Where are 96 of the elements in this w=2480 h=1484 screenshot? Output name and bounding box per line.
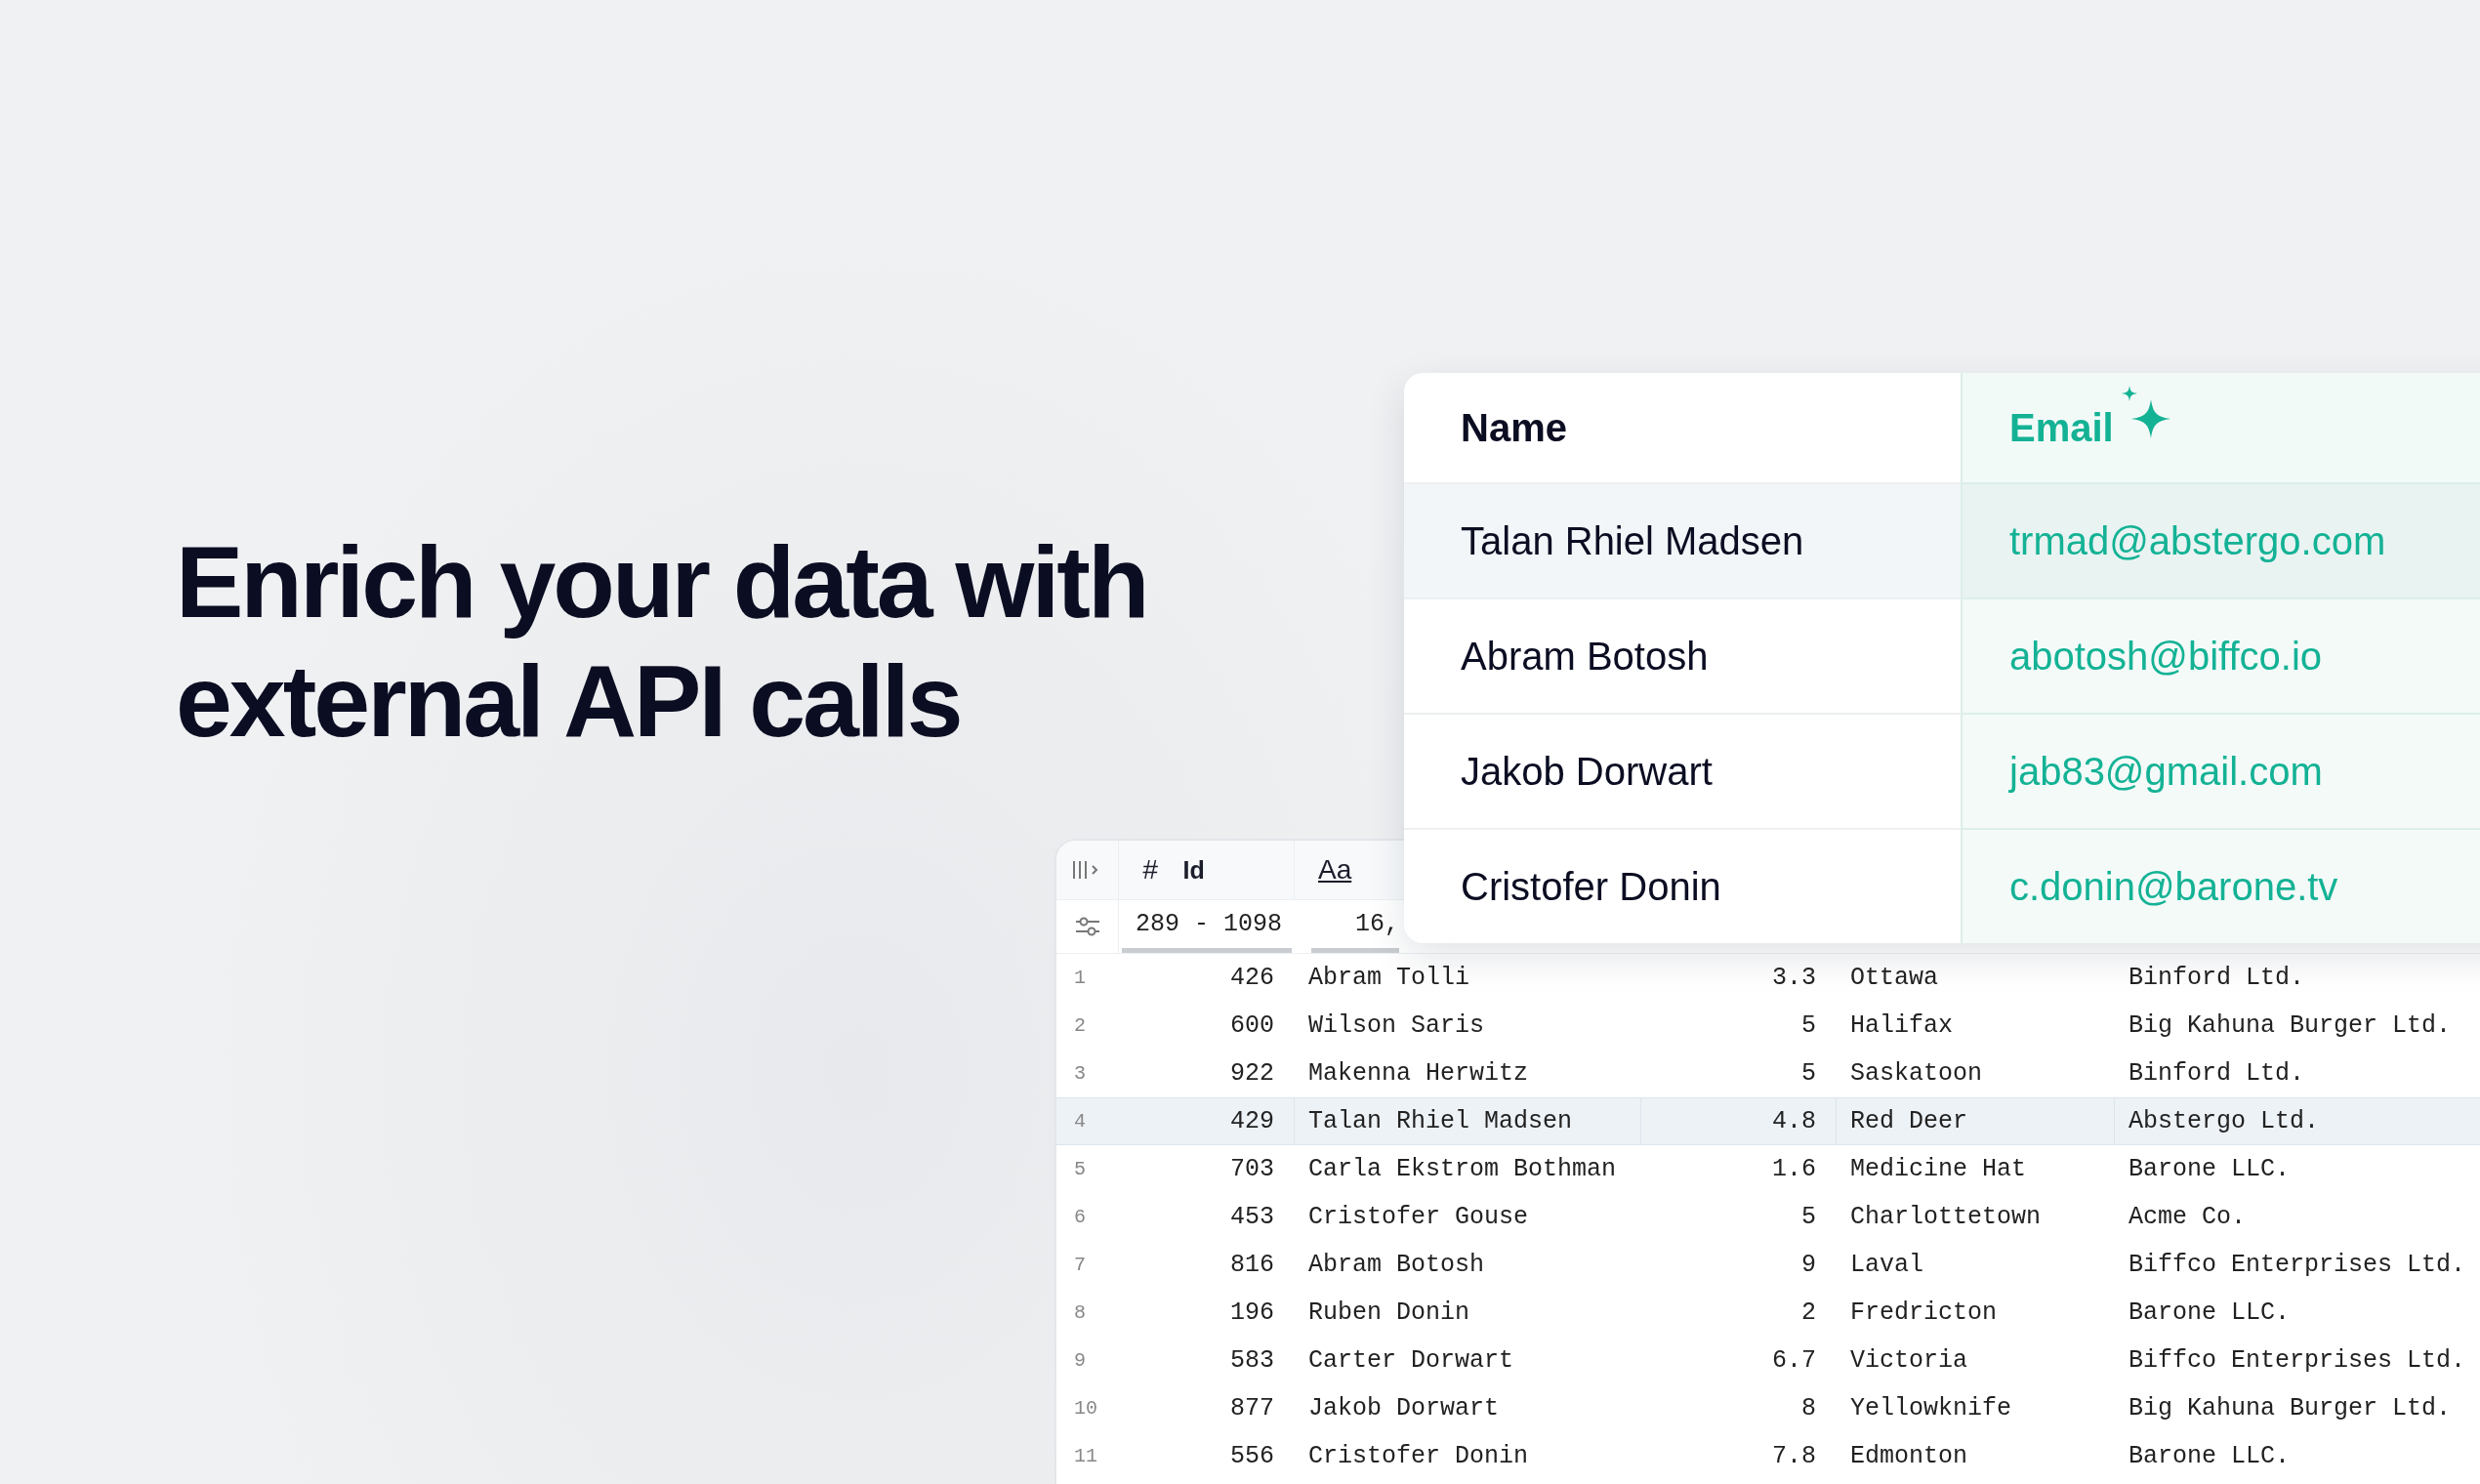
table-cell-text: 5 [1800, 1010, 1817, 1042]
table-cell-text: Cristofer Donin [1307, 1441, 1530, 1472]
table-cell-text: Binford Ltd. [2128, 1058, 2306, 1090]
filter-sliders-icon[interactable] [1073, 915, 1101, 938]
table-cell: Red Deer [1837, 1098, 2115, 1144]
table-cell-text: 5 [1800, 1202, 1817, 1233]
row-number: 8 [1073, 1300, 1087, 1326]
table-cell-text: 703 [1229, 1154, 1275, 1185]
table-row[interactable]: 1 426 Abram Tolli 3.3 Ottawa Binford Ltd. [1056, 954, 2480, 1002]
table-cell-text: Fredricton [1849, 1298, 1999, 1329]
table-cell-text: Medicine Hat [1849, 1154, 2028, 1185]
table-cell-text: 2 [1800, 1298, 1817, 1329]
name-cell: Cristofer Donin [1404, 828, 1961, 943]
column-header[interactable]: # Id [1119, 841, 1295, 899]
table-cell-text: Saskatoon [1849, 1058, 1984, 1090]
row-number: 3 [1073, 1061, 1087, 1087]
row-number: 9 [1073, 1348, 1087, 1374]
row-number: 5 [1073, 1157, 1087, 1182]
column-header[interactable]: Aa [1295, 841, 1400, 899]
table-cell-text: 1.6 [1771, 1154, 1817, 1185]
table-row[interactable]: 4 429 Talan Rhiel Madsen 4.8 Red Deer Abstergo Ltd. [1056, 1097, 2480, 1145]
headline: Enrich your data with external API calls [176, 524, 1148, 760]
name-cell: Abram Botosh [1404, 598, 1961, 713]
table-row[interactable]: 10 877 Jakob Dorwart 8 Yellowknife Big Kahuna Burger Ltd. [1056, 1384, 2480, 1432]
row-number: 11 [1073, 1444, 1098, 1469]
table-cell-text: Ruben Donin [1307, 1298, 1471, 1329]
table-cell-text: Abstergo Ltd. [2128, 1106, 2321, 1137]
type-icon: Aa [1318, 854, 1352, 886]
table-cell-text: Biffco Enterprises Ltd. [2128, 1250, 2467, 1281]
table-cell-text: Jakob Dorwart [1307, 1393, 1501, 1424]
table-row[interactable]: 2 600 Wilson Saris 5 Halifax Big Kahuna Burger Ltd. [1056, 1002, 2480, 1050]
name-cell: Jakob Dorwart [1404, 713, 1961, 828]
table-cell-text: Ottawa [1849, 963, 1939, 994]
table-cell: 4.8 [1641, 1098, 1837, 1144]
row-number: 7 [1073, 1253, 1087, 1278]
email-cell: c.donin@barone.tv [1961, 828, 2480, 943]
table-cell-text: Carter Dorwart [1307, 1345, 1515, 1377]
table-row[interactable]: 6 453 Cristofer Gouse 5 Charlottetown Acme Co. [1056, 1193, 2480, 1241]
table-cell-text: Abram Botosh [1307, 1250, 1486, 1281]
table-cell-text: 3.3 [1771, 963, 1817, 994]
table-cell-text: Victoria [1849, 1345, 1969, 1377]
table-cell-text: 922 [1229, 1058, 1275, 1090]
table-cell-text: 196 [1229, 1298, 1275, 1329]
row-number: 10 [1073, 1396, 1098, 1422]
table-cell-text: Carla Ekstrom Bothman [1307, 1154, 1618, 1185]
table-cell-text: 556 [1229, 1441, 1275, 1472]
table-cell: Talan Rhiel Madsen [1295, 1098, 1641, 1144]
table-row[interactable]: 5 703 Carla Ekstrom Bothman 1.6 Medicine Hat Barone LLC. [1056, 1145, 2480, 1193]
table-cell-text: Big Kahuna Burger Ltd. [2128, 1010, 2453, 1042]
row-number: 1 [1073, 966, 1087, 991]
email-cell: abotosh@biffco.io [1961, 598, 2480, 713]
table-cell-text: 6.7 [1771, 1345, 1817, 1377]
column-label: Name [1461, 405, 1567, 450]
table-row[interactable]: 8 196 Ruben Donin 2 Fredricton Barone LLC. [1056, 1289, 2480, 1337]
row-number: 2 [1073, 1013, 1087, 1039]
email-cell: trmad@abstergo.com [1961, 482, 2480, 598]
table-row[interactable]: 11 556 Cristofer Donin 7.8 Edmonton Barone LLC. [1056, 1432, 2480, 1480]
range-filter[interactable]: 289 - 1098 [1122, 900, 1292, 953]
table-cell-text: 8 [1800, 1393, 1817, 1424]
table-cell-text: Barone LLC. [2128, 1154, 2292, 1185]
table-cell-text: Halifax [1849, 1010, 1955, 1042]
table-cell-text: Binford Ltd. [2128, 963, 2306, 994]
table-cell-text: Biffco Enterprises Ltd. [2128, 1345, 2467, 1377]
table-cell-text: Edmonton [1849, 1441, 1969, 1472]
column-label: Id [1182, 855, 1205, 885]
row-number: 6 [1073, 1205, 1087, 1230]
table-cell-text: Acme Co. [2128, 1202, 2248, 1233]
table-cell-text: 5 [1800, 1058, 1817, 1090]
table-cell-text: Wilson Saris [1307, 1010, 1486, 1042]
table-cell-text: 877 [1229, 1393, 1275, 1424]
table-cell-text: Barone LLC. [2128, 1441, 2292, 1472]
table-cell-text: Abram Tolli [1307, 963, 1471, 994]
table-cell: 429 [1119, 1098, 1295, 1144]
type-icon: # [1142, 854, 1158, 886]
table-cell-text: 7.8 [1771, 1441, 1817, 1472]
table-cell-text: Big Kahuna Burger Ltd. [2128, 1393, 2453, 1424]
range-filter[interactable]: 16, [1311, 900, 1399, 953]
table-cell-text: Charlottetown [1849, 1202, 2043, 1233]
table-cell-text: Yellowknife [1849, 1393, 2013, 1424]
column-label: Email [2009, 405, 2114, 450]
table-cell-text: Makenna Herwitz [1307, 1058, 1530, 1090]
table-cell-text: 583 [1229, 1345, 1275, 1377]
table-row[interactable]: 3 922 Makenna Herwitz 5 Saskatoon Binford Ltd. [1056, 1050, 2480, 1097]
table-cell-text: 453 [1229, 1202, 1275, 1233]
row-number: 4 [1073, 1109, 1087, 1134]
table-cell-text: 426 [1229, 963, 1275, 994]
table-cell-text: 9 [1800, 1250, 1817, 1281]
table-row[interactable]: 9 583 Carter Dorwart 6.7 Victoria Biffco Enterprises Ltd. [1056, 1337, 2480, 1384]
table-row[interactable]: 7 816 Abram Botosh 9 Laval Biffco Enterprises Ltd. [1056, 1241, 2480, 1289]
table-cell-text: Cristofer Gouse [1307, 1202, 1530, 1233]
table-cell-text: 600 [1229, 1010, 1275, 1042]
table-cell-text: 816 [1229, 1250, 1275, 1281]
table-cell-text: Barone LLC. [2128, 1298, 2292, 1329]
email-cell: jab83@gmail.com [1961, 713, 2480, 828]
table-cell-text: Laval [1849, 1250, 1924, 1281]
name-cell: Talan Rhiel Madsen [1404, 482, 1961, 598]
